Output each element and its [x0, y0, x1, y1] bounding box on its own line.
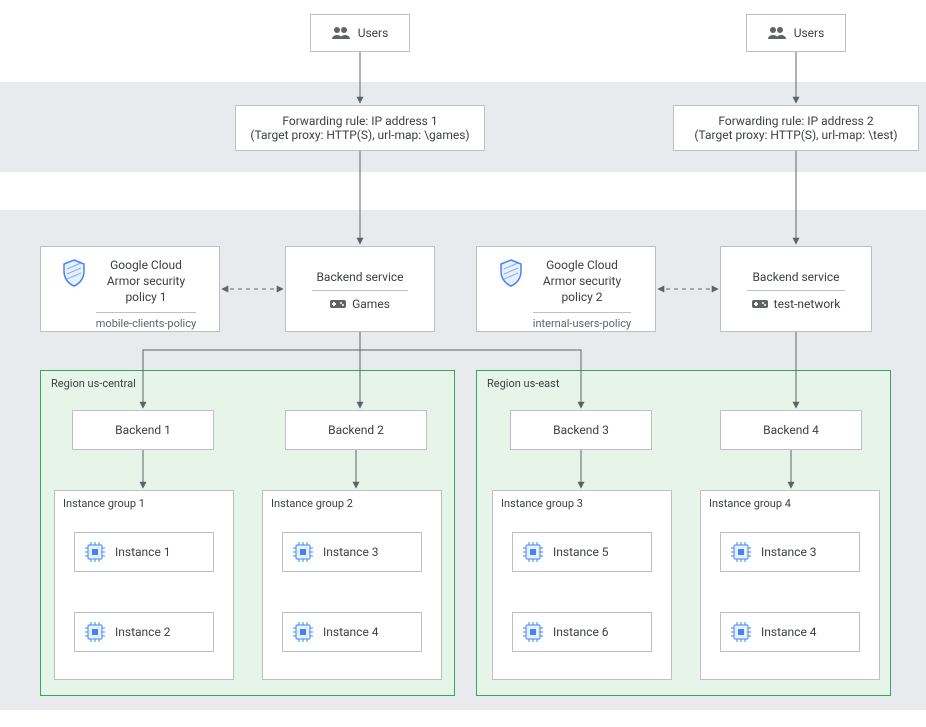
instance-4a: Instance 4	[282, 612, 422, 652]
backend-3-label: Backend 3	[553, 423, 609, 437]
instance-3b: Instance 3	[720, 532, 860, 572]
users-node-1: Users	[310, 14, 410, 52]
backend-1-label: Backend 1	[115, 423, 171, 437]
instance-2-label: Instance 2	[115, 625, 171, 639]
bs1-sub: Games	[352, 297, 390, 311]
shield-icon	[499, 259, 523, 287]
users-label-1: Users	[358, 26, 389, 40]
policy-2: Google Cloud Armor security policy 2 int…	[476, 246, 656, 332]
instance-4a-label: Instance 4	[323, 625, 379, 639]
instance-3a-label: Instance 3	[323, 545, 379, 559]
fr2-line1: Forwarding rule: IP address 2	[718, 114, 873, 128]
policy1-l3: policy 1	[125, 289, 166, 305]
ig2-label: Instance group 2	[271, 497, 353, 510]
instance-3a: Instance 3	[282, 532, 422, 572]
cpu-icon	[523, 622, 543, 642]
instance-3b-label: Instance 3	[761, 545, 817, 559]
fr1-line1: Forwarding rule: IP address 1	[282, 114, 437, 128]
cpu-icon	[85, 622, 105, 642]
policy1-l2: Armor security	[107, 273, 185, 289]
backend-2-label: Backend 2	[328, 423, 384, 437]
bs1-title: Backend service	[316, 270, 403, 284]
users-label-2: Users	[794, 26, 825, 40]
instance-1: Instance 1	[74, 532, 214, 572]
forwarding-rule-1: Forwarding rule: IP address 1 (Target pr…	[235, 105, 485, 151]
users-icon	[332, 26, 350, 40]
users-icon	[768, 26, 786, 40]
cpu-icon	[731, 542, 751, 562]
backend-3: Backend 3	[510, 410, 652, 450]
ig1-label: Instance group 1	[63, 497, 145, 510]
policy2-l3: policy 2	[561, 289, 602, 305]
policy-1: Google Cloud Armor security policy 1 mob…	[40, 246, 220, 332]
cpu-icon	[731, 622, 751, 642]
backend-service-1: Backend service Games	[285, 246, 435, 332]
region-label-1: Region us-central	[51, 377, 136, 390]
instance-5: Instance 5	[512, 532, 652, 572]
ig4-label: Instance group 4	[709, 497, 791, 510]
policy2-sub: internal-users-policy	[533, 317, 631, 332]
backend-2: Backend 2	[285, 410, 427, 450]
cpu-icon	[293, 542, 313, 562]
shield-icon	[62, 259, 86, 287]
instance-2: Instance 2	[74, 612, 214, 652]
backend-1: Backend 1	[72, 410, 214, 450]
instance-6-label: Instance 6	[553, 625, 609, 639]
cpu-icon	[293, 622, 313, 642]
forwarding-rule-2: Forwarding rule: IP address 2 (Target pr…	[673, 105, 919, 151]
policy1-sub: mobile-clients-policy	[96, 317, 196, 332]
region-label-2: Region us-east	[487, 377, 559, 390]
policy2-l1: Google Cloud	[546, 257, 618, 273]
bs2-sub: test-network	[774, 297, 841, 311]
instance-1-label: Instance 1	[115, 545, 171, 559]
cpu-icon	[523, 542, 543, 562]
backend-4: Backend 4	[720, 410, 862, 450]
fr2-line2: (Target proxy: HTTP(S), url-map: \test)	[694, 128, 897, 142]
backend-4-label: Backend 4	[763, 423, 819, 437]
policy2-l2: Armor security	[543, 273, 621, 289]
policy1-l1: Google Cloud	[110, 257, 182, 273]
gamepad-icon	[752, 298, 768, 310]
users-node-2: Users	[746, 14, 846, 52]
instance-4b: Instance 4	[720, 612, 860, 652]
gamepad-icon	[330, 298, 346, 310]
instance-5-label: Instance 5	[553, 545, 609, 559]
instance-6: Instance 6	[512, 612, 652, 652]
cpu-icon	[85, 542, 105, 562]
fr1-line2: (Target proxy: HTTP(S), url-map: \games)	[250, 128, 469, 142]
instance-4b-label: Instance 4	[761, 625, 817, 639]
ig3-label: Instance group 3	[501, 497, 583, 510]
bs2-title: Backend service	[752, 270, 839, 284]
backend-service-2: Backend service test-network	[720, 246, 872, 332]
